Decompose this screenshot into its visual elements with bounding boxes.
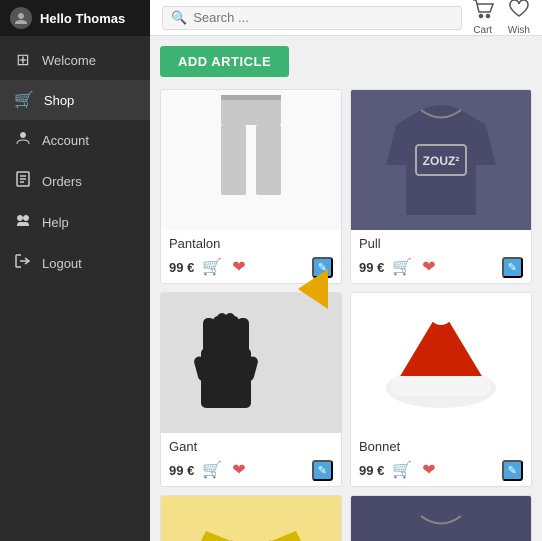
product-name-1: Pantalon: [169, 236, 333, 251]
sidebar-item-logout[interactable]: Logout: [0, 243, 150, 284]
add-to-wishlist-2[interactable]: ❤: [420, 255, 437, 279]
sidebar-nav: ⊞ Welcome 🛒 Shop Account: [0, 40, 150, 284]
cart-label: Cart: [473, 25, 492, 36]
sidebar-item-orders[interactable]: Orders: [0, 161, 150, 202]
product-grid: Pantalon 99 € 🛒 ❤ ✎: [160, 89, 532, 541]
product-price-3: 99 €: [169, 463, 194, 478]
product-card-5: DESIGN T-shirt: [160, 495, 342, 541]
product-price-1: 99 €: [169, 260, 194, 275]
avatar: [10, 7, 32, 29]
cart-icon: [472, 0, 494, 24]
product-card-3: Gant 99 € 🛒 ❤ ✎: [160, 292, 342, 487]
product-card-2: ZOUZ² Pull 99 € 🛒 ❤ ✎: [350, 89, 532, 284]
arrow-shape: [298, 269, 328, 309]
product-image-5: DESIGN: [161, 496, 341, 541]
product-price-2: 99 €: [359, 260, 384, 275]
product-actions-4: 99 € 🛒 ❤ ✎: [359, 458, 523, 482]
add-to-wishlist-3[interactable]: ❤: [230, 458, 247, 482]
product-image-3: [161, 293, 341, 433]
edit-button-3[interactable]: ✎: [312, 460, 333, 481]
edit-button-4[interactable]: ✎: [502, 460, 523, 481]
hat-illustration: [376, 298, 506, 428]
product-card-1: Pantalon 99 € 🛒 ❤ ✎: [160, 89, 342, 284]
product-image-1: [161, 90, 341, 230]
product-price-4: 99 €: [359, 463, 384, 478]
sidebar-item-account[interactable]: Account: [0, 120, 150, 161]
sweatshirt-illustration: ZOUZ²: [381, 95, 501, 225]
product-image-4: [351, 293, 531, 433]
sidebar-item-welcome-label: Welcome: [42, 53, 96, 68]
add-to-cart-1[interactable]: 🛒: [200, 255, 224, 279]
add-to-wishlist-1[interactable]: ❤: [230, 255, 247, 279]
logout-icon: [14, 253, 32, 274]
add-article-button[interactable]: ADD ARTICLE: [160, 46, 289, 77]
product-info-3: Gant 99 € 🛒 ❤ ✎: [161, 433, 341, 486]
username-label: Hello Thomas: [40, 11, 125, 26]
product-actions-3: 99 € 🛒 ❤ ✎: [169, 458, 333, 482]
sidebar-item-account-label: Account: [42, 133, 89, 148]
product-card-6: ZOUZ² Sweat: [350, 495, 532, 541]
product-name-3: Gant: [169, 439, 333, 454]
gloves-illustration: [186, 298, 316, 428]
sidebar-item-shop-label: Shop: [44, 93, 74, 108]
sidebar-item-help[interactable]: Help: [0, 202, 150, 243]
svg-text:ZOUZ²: ZOUZ²: [423, 154, 460, 168]
edit-button-2[interactable]: ✎: [502, 257, 523, 278]
heart-icon: [508, 0, 530, 24]
search-wrapper: 🔍: [162, 6, 462, 30]
add-to-cart-4[interactable]: 🛒: [390, 458, 414, 482]
prev-arrow[interactable]: [298, 269, 328, 309]
product-image-6: ZOUZ²: [351, 496, 531, 541]
product-card-4: Bonnet 99 € 🛒 ❤ ✎: [350, 292, 532, 487]
sidebar-item-help-label: Help: [42, 215, 69, 230]
pants-illustration: [211, 95, 291, 225]
sidebar-item-shop[interactable]: 🛒 Shop: [0, 80, 150, 120]
grid-icon: ⊞: [14, 50, 32, 70]
wishlist-label: Wish: [508, 25, 530, 36]
topbar: 🔍 Cart Wish: [150, 0, 542, 36]
add-to-wishlist-4[interactable]: ❤: [420, 458, 437, 482]
add-to-cart-2[interactable]: 🛒: [390, 255, 414, 279]
orders-icon: [14, 171, 32, 192]
wishlist-button[interactable]: Wish: [508, 0, 530, 36]
product-info-2: Pull 99 € 🛒 ❤ ✎: [351, 230, 531, 283]
cart-button[interactable]: Cart: [472, 0, 494, 36]
sweatshirt2-illustration: ZOUZ²: [381, 501, 501, 541]
tshirt-illustration: DESIGN: [191, 506, 311, 541]
content-area: ADD ARTICLE Pantalon: [150, 36, 542, 541]
product-info-4: Bonnet 99 € 🛒 ❤ ✎: [351, 433, 531, 486]
search-input[interactable]: [193, 10, 453, 25]
search-icon: 🔍: [171, 10, 187, 26]
help-icon: [14, 212, 32, 233]
account-icon: [14, 130, 32, 151]
sidebar-item-orders-label: Orders: [42, 174, 82, 189]
shop-icon: 🛒: [14, 90, 34, 110]
sidebar-item-logout-label: Logout: [42, 256, 82, 271]
main-area: 🔍 Cart Wish: [150, 0, 542, 541]
product-name-2: Pull: [359, 236, 523, 251]
sidebar-item-welcome[interactable]: ⊞ Welcome: [0, 40, 150, 80]
add-to-cart-3[interactable]: 🛒: [200, 458, 224, 482]
sidebar: Hello Thomas ⊞ Welcome 🛒 Shop Account: [0, 0, 150, 541]
content-wrapper: ADD ARTICLE Pantalon: [150, 36, 542, 541]
product-name-4: Bonnet: [359, 439, 523, 454]
product-image-2: ZOUZ²: [351, 90, 531, 230]
product-actions-2: 99 € 🛒 ❤ ✎: [359, 255, 523, 279]
topbar-icons: Cart Wish: [472, 0, 530, 36]
sidebar-header: Hello Thomas: [0, 0, 150, 36]
